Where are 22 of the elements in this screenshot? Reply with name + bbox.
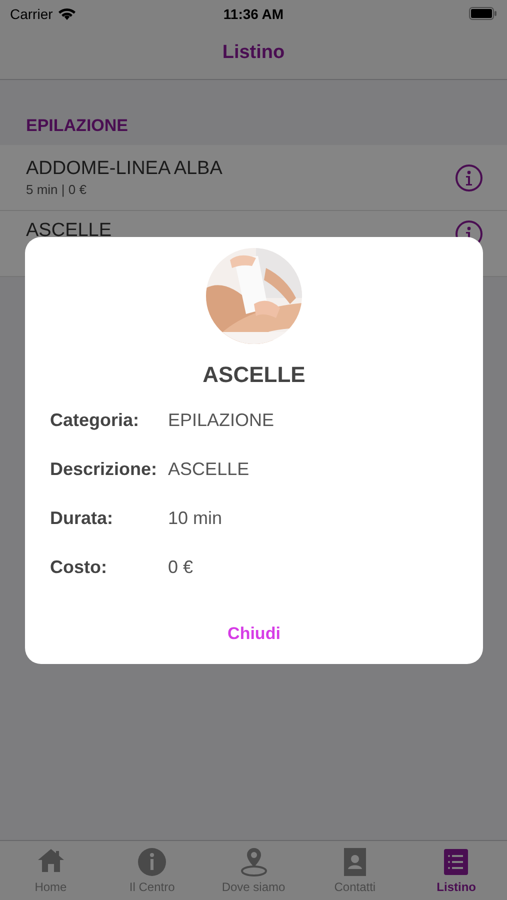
field-value: 0 € <box>168 557 194 578</box>
field-label: Descrizione: <box>50 459 158 480</box>
close-button[interactable]: Chiudi <box>216 620 292 648</box>
field-value: EPILAZIONE <box>168 410 274 431</box>
field-label: Durata: <box>50 508 114 529</box>
field-value: ASCELLE <box>168 459 250 480</box>
field-value: 10 min <box>168 508 222 529</box>
screen-title: Listino <box>222 42 285 64</box>
item-detail: 5 min | 0 € <box>26 182 88 197</box>
tab-item[interactable]: Listino <box>406 841 507 900</box>
item-name: ASCELLE <box>26 220 112 242</box>
field-label: Costo: <box>50 557 108 578</box>
clock-time: 11:36 AM <box>223 6 284 22</box>
info-icon <box>455 164 483 192</box>
list-row[interactable]: ADDOME-LINEA ALBA 5 min | 0 € <box>0 145 507 211</box>
info-icon <box>136 846 168 878</box>
section-header: EPILAZIONE <box>25 115 130 137</box>
field-label: Categoria: <box>50 410 140 431</box>
item-name: ADDOME-LINEA ALBA <box>26 158 222 180</box>
carrier-label: Carrier <box>10 6 53 22</box>
dialog-title: ASCELLE <box>202 362 306 388</box>
wifi-icon <box>58 7 76 20</box>
